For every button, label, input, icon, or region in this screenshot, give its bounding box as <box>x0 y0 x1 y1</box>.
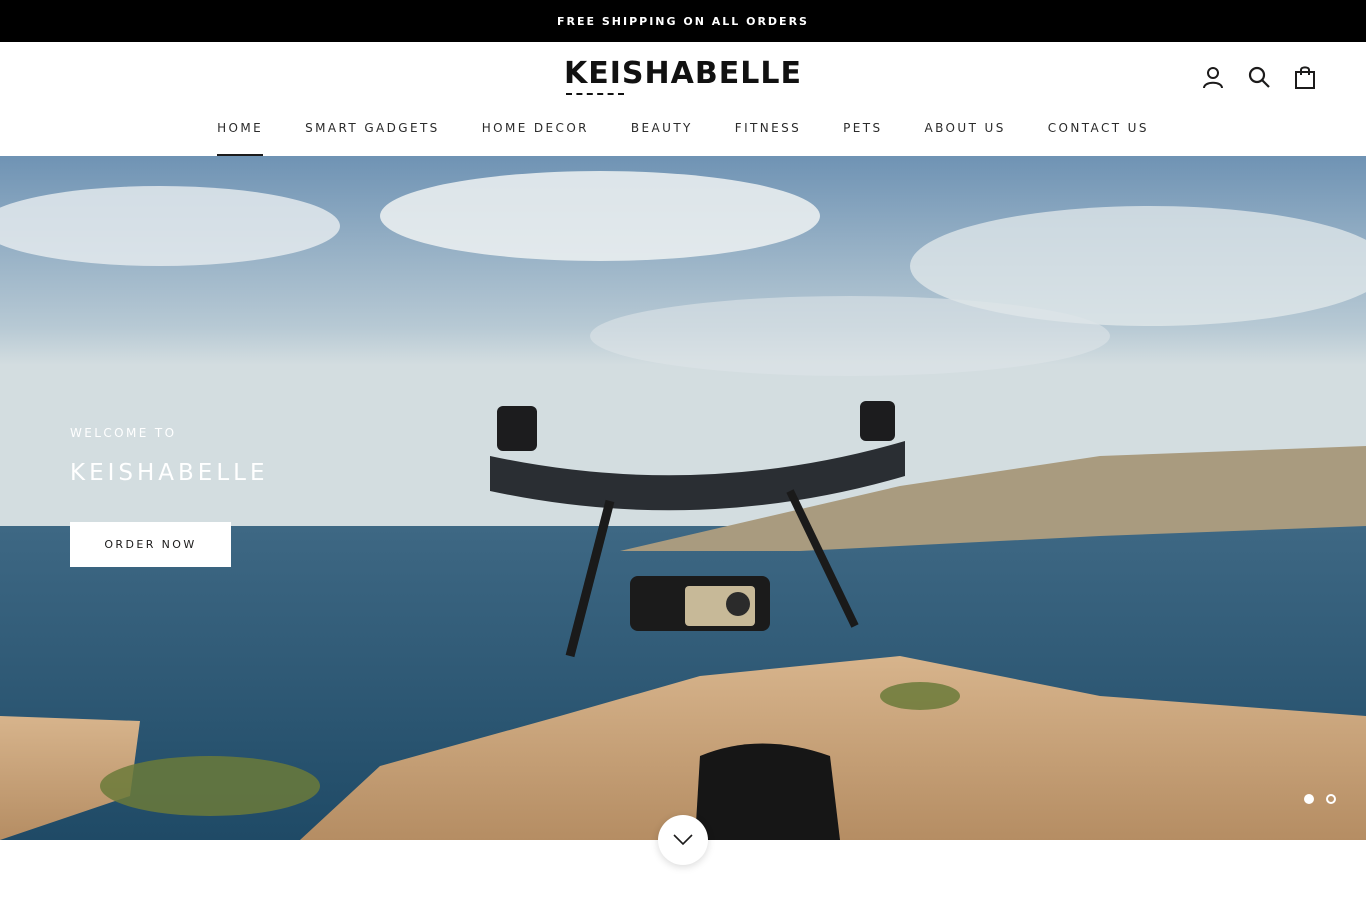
site-header: KEISHABELLE HOME SMART GADGETS HOME DECO… <box>0 42 1366 156</box>
nav-label: CONTACT US <box>1047 121 1149 135</box>
announcement-text: FREE SHIPPING ON ALL ORDERS <box>557 14 809 28</box>
scroll-down-button[interactable] <box>658 815 708 865</box>
logo-link[interactable]: KEISHABELLE <box>0 56 1366 95</box>
slide-dot-2[interactable] <box>1326 794 1336 804</box>
nav-label: SMART GADGETS <box>305 121 440 135</box>
announcement-bar: FREE SHIPPING ON ALL ORDERS <box>0 0 1366 42</box>
nav-label: BEAUTY <box>630 121 693 135</box>
nav-item-about-us[interactable]: ABOUT US <box>904 108 1027 156</box>
header-icons <box>1200 64 1318 90</box>
nav-label: ABOUT US <box>924 121 1006 135</box>
chevron-down-icon <box>673 834 693 846</box>
hero-slideshow: WELCOME TO KEISHABELLE ORDER NOW <box>0 156 1366 840</box>
search-icon[interactable] <box>1246 64 1272 90</box>
nav-item-beauty[interactable]: BEAUTY <box>610 108 714 156</box>
account-icon[interactable] <box>1200 64 1226 90</box>
main-nav: HOME SMART GADGETS HOME DECOR BEAUTY FIT… <box>0 108 1366 156</box>
nav-item-home-decor[interactable]: HOME DECOR <box>461 108 610 156</box>
nav-item-pets[interactable]: PETS <box>822 108 903 156</box>
nav-item-fitness[interactable]: FITNESS <box>714 108 822 156</box>
order-now-button[interactable]: ORDER NOW <box>70 522 231 567</box>
hero-subtitle: WELCOME TO <box>70 426 177 440</box>
nav-item-smart-gadgets[interactable]: SMART GADGETS <box>284 108 461 156</box>
logo: KEISHABELLE <box>564 56 802 95</box>
nav-label: HOME <box>217 121 264 135</box>
nav-label: PETS <box>843 121 883 135</box>
cart-icon[interactable] <box>1292 64 1318 90</box>
nav-label: FITNESS <box>734 121 802 135</box>
nav-item-home[interactable]: HOME <box>196 108 284 156</box>
hero-title: KEISHABELLE <box>70 460 269 486</box>
slide-dots <box>1304 794 1336 804</box>
slide-dot-1[interactable] <box>1304 794 1314 804</box>
nav-label: HOME DECOR <box>481 121 589 135</box>
hero-content: WELCOME TO KEISHABELLE ORDER NOW <box>70 426 269 567</box>
nav-item-contact-us[interactable]: CONTACT US <box>1027 108 1170 156</box>
